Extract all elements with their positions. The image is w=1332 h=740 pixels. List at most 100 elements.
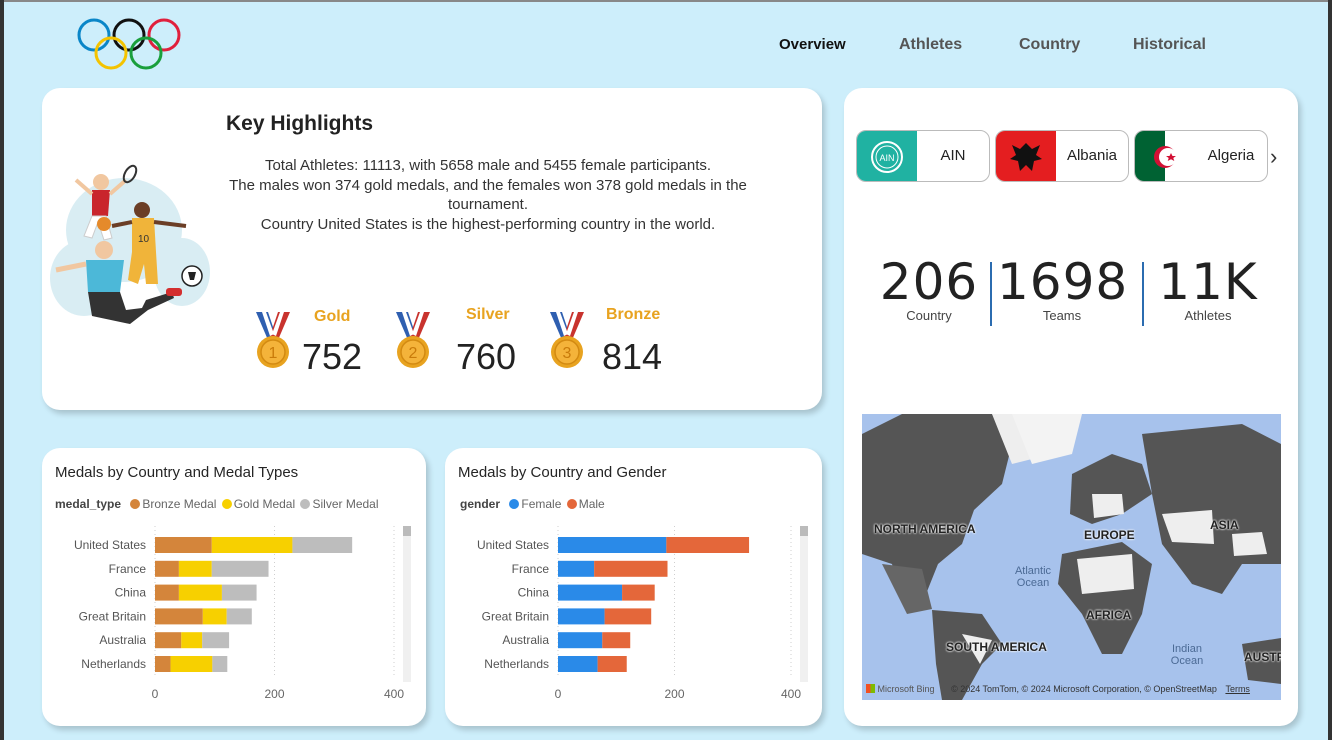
gold-rank-number: 1 (269, 345, 278, 362)
silver-medal-icon: 2 (396, 312, 430, 368)
bar-medal-segment[interactable] (221, 584, 257, 601)
bar-medal-segment[interactable] (292, 537, 353, 553)
kpi-country: 206 Country (864, 252, 994, 323)
category-label: Great Britain (482, 609, 549, 623)
legend-dot-female (509, 499, 520, 509)
nav-overview[interactable]: Overview (779, 36, 846, 53)
albania-flag-icon (996, 131, 1056, 181)
bar-medal-segment[interactable] (155, 584, 179, 601)
legend-dot-gold (221, 499, 232, 509)
bar-gender-segment[interactable] (604, 608, 652, 625)
bar-medal-segment[interactable] (181, 632, 203, 649)
chart2-legend-title: gender (460, 497, 501, 511)
bar-gender-segment[interactable] (622, 584, 655, 601)
nav-country[interactable]: Country (1019, 36, 1080, 54)
bar-medal-segment[interactable] (170, 656, 213, 672)
silver-medal-stat: 2 Silver 760 (392, 306, 532, 377)
nav-athletes[interactable]: Athletes (899, 36, 962, 54)
bar-gender-segment[interactable] (602, 632, 631, 649)
summary-line-3: Country United States is the highest-per… (260, 215, 716, 233)
category-label: Netherlands (484, 657, 549, 671)
bronze-count: 814 (602, 336, 663, 377)
map-label-africa: AFRICA (1086, 608, 1132, 622)
map-label-south-america: SOUTH AMERICA (946, 640, 1047, 654)
legend-gold[interactable]: Gold Medal (234, 497, 295, 511)
chart2-title: Medals by Country and Gender (458, 464, 667, 481)
key-highlights-title: Key Highlights (226, 112, 374, 135)
map-terms-link[interactable]: Terms (1225, 684, 1250, 694)
bar-gender-segment[interactable] (558, 608, 605, 625)
bar-gender-segment[interactable] (594, 560, 668, 577)
olympic-rings-logo (77, 18, 181, 70)
bar-medal-segment[interactable] (212, 656, 228, 672)
bar-gender-segment[interactable] (558, 656, 598, 672)
bar-medal-segment[interactable] (178, 560, 212, 577)
country-tile-algeria[interactable]: Algeria (1134, 130, 1268, 182)
x-tick-label: 400 (384, 687, 404, 701)
legend-bronze[interactable]: Bronze Medal (142, 497, 216, 511)
bar-medal-segment[interactable] (202, 608, 227, 625)
country-tile-albania[interactable]: Albania (995, 130, 1129, 182)
bar-gender-segment[interactable] (666, 537, 750, 553)
bar-medal-segment[interactable] (178, 584, 222, 601)
bar-medal-segment[interactable] (211, 560, 269, 577)
bar-gender-segment[interactable] (558, 537, 667, 553)
map-attribution[interactable]: © 2024 TomTom, © 2024 Microsoft Corporat… (951, 684, 1217, 694)
summary-line-1: Total Athletes: 11113, with 5658 male an… (264, 157, 712, 174)
summary-line-2: The males won 374 gold medals, and the f… (229, 176, 747, 214)
athletes-illustration: 10 (50, 164, 210, 324)
bar-medal-segment[interactable] (226, 608, 252, 625)
chart2-plot: 0 200 400 United States France China Great Bri… (477, 526, 801, 701)
chart1-scrollbar[interactable] (403, 526, 411, 682)
map-label-asia: ASIA (1210, 518, 1239, 532)
kpi-athletes-value: 11K (1158, 253, 1258, 311)
kpi-athletes: 11K Athletes (1143, 252, 1273, 323)
kpi-teams: 1698 Teams (997, 252, 1127, 323)
bing-logo-icon (866, 684, 875, 693)
legend-dot-bronze (130, 499, 141, 509)
bar-gender-segment[interactable] (558, 560, 595, 577)
bar-medal-segment[interactable] (211, 537, 293, 553)
nav-historical[interactable]: Historical (1133, 36, 1206, 54)
silver-count: 760 (456, 336, 517, 377)
bar-medal-segment[interactable] (155, 608, 203, 625)
bar-medal-segment[interactable] (155, 632, 182, 649)
bar-medal-segment[interactable] (155, 656, 171, 672)
legend-dot-silver (300, 499, 311, 509)
bar-medal-segment[interactable] (155, 537, 212, 553)
chart2-scrollbar[interactable] (800, 526, 808, 682)
chart1-title: Medals by Country and Medal Types (55, 464, 299, 481)
world-map-shapes (862, 414, 1281, 700)
bar-gender-segment[interactable] (597, 656, 627, 672)
bar-gender-segment[interactable] (558, 584, 623, 601)
bing-label: Microsoft Bing (877, 684, 935, 694)
map-label-australia: AUSTR (1244, 650, 1281, 664)
chevron-right-icon[interactable]: › (1270, 144, 1277, 170)
x-tick-label: 0 (555, 687, 562, 701)
country-name-ain: AIN (940, 147, 966, 164)
medals-by-gender-chart-card: Medals by Country and Gender gender Fema… (445, 448, 822, 726)
map-footer: Microsoft Bing © 2024 TomTom, © 2024 Mic… (866, 684, 1250, 694)
bar-medal-segment[interactable] (155, 560, 179, 577)
chart1-legend: medal_type Bronze Medal Gold Medal Silve… (55, 497, 379, 511)
legend-silver[interactable]: Silver Medal (312, 497, 378, 511)
bar-gender-segment[interactable] (558, 632, 603, 649)
category-label: United States (74, 538, 146, 552)
chart1-legend-title: medal_type (55, 497, 122, 511)
ain-flag-badge: AIN (879, 153, 894, 163)
map-label-north-america: NORTH AMERICA (874, 522, 976, 536)
key-highlights-summary: Total Athletes: 11113, with 5658 male an… (212, 156, 764, 234)
legend-male[interactable]: Male (579, 497, 605, 511)
algeria-flag-icon (1135, 131, 1195, 181)
country-summary-card: AIN AIN Albania Algeria › 206 Country 16… (844, 88, 1298, 726)
x-tick-label: 200 (664, 687, 684, 701)
bar-medal-segment[interactable] (202, 632, 230, 649)
world-map[interactable]: NORTH AMERICA EUROPE ASIA AFRICA SOUTH A… (862, 414, 1281, 700)
legend-female[interactable]: Female (521, 497, 561, 511)
gold-medal-icon: 1 (256, 312, 290, 368)
category-label: Netherlands (81, 657, 146, 671)
svg-text:10: 10 (138, 234, 150, 245)
country-tile-ain[interactable]: AIN AIN (856, 130, 990, 182)
chart2-legend: gender Female Male (460, 497, 605, 511)
map-label-atlantic: Atlantic Ocean (1014, 565, 1052, 589)
